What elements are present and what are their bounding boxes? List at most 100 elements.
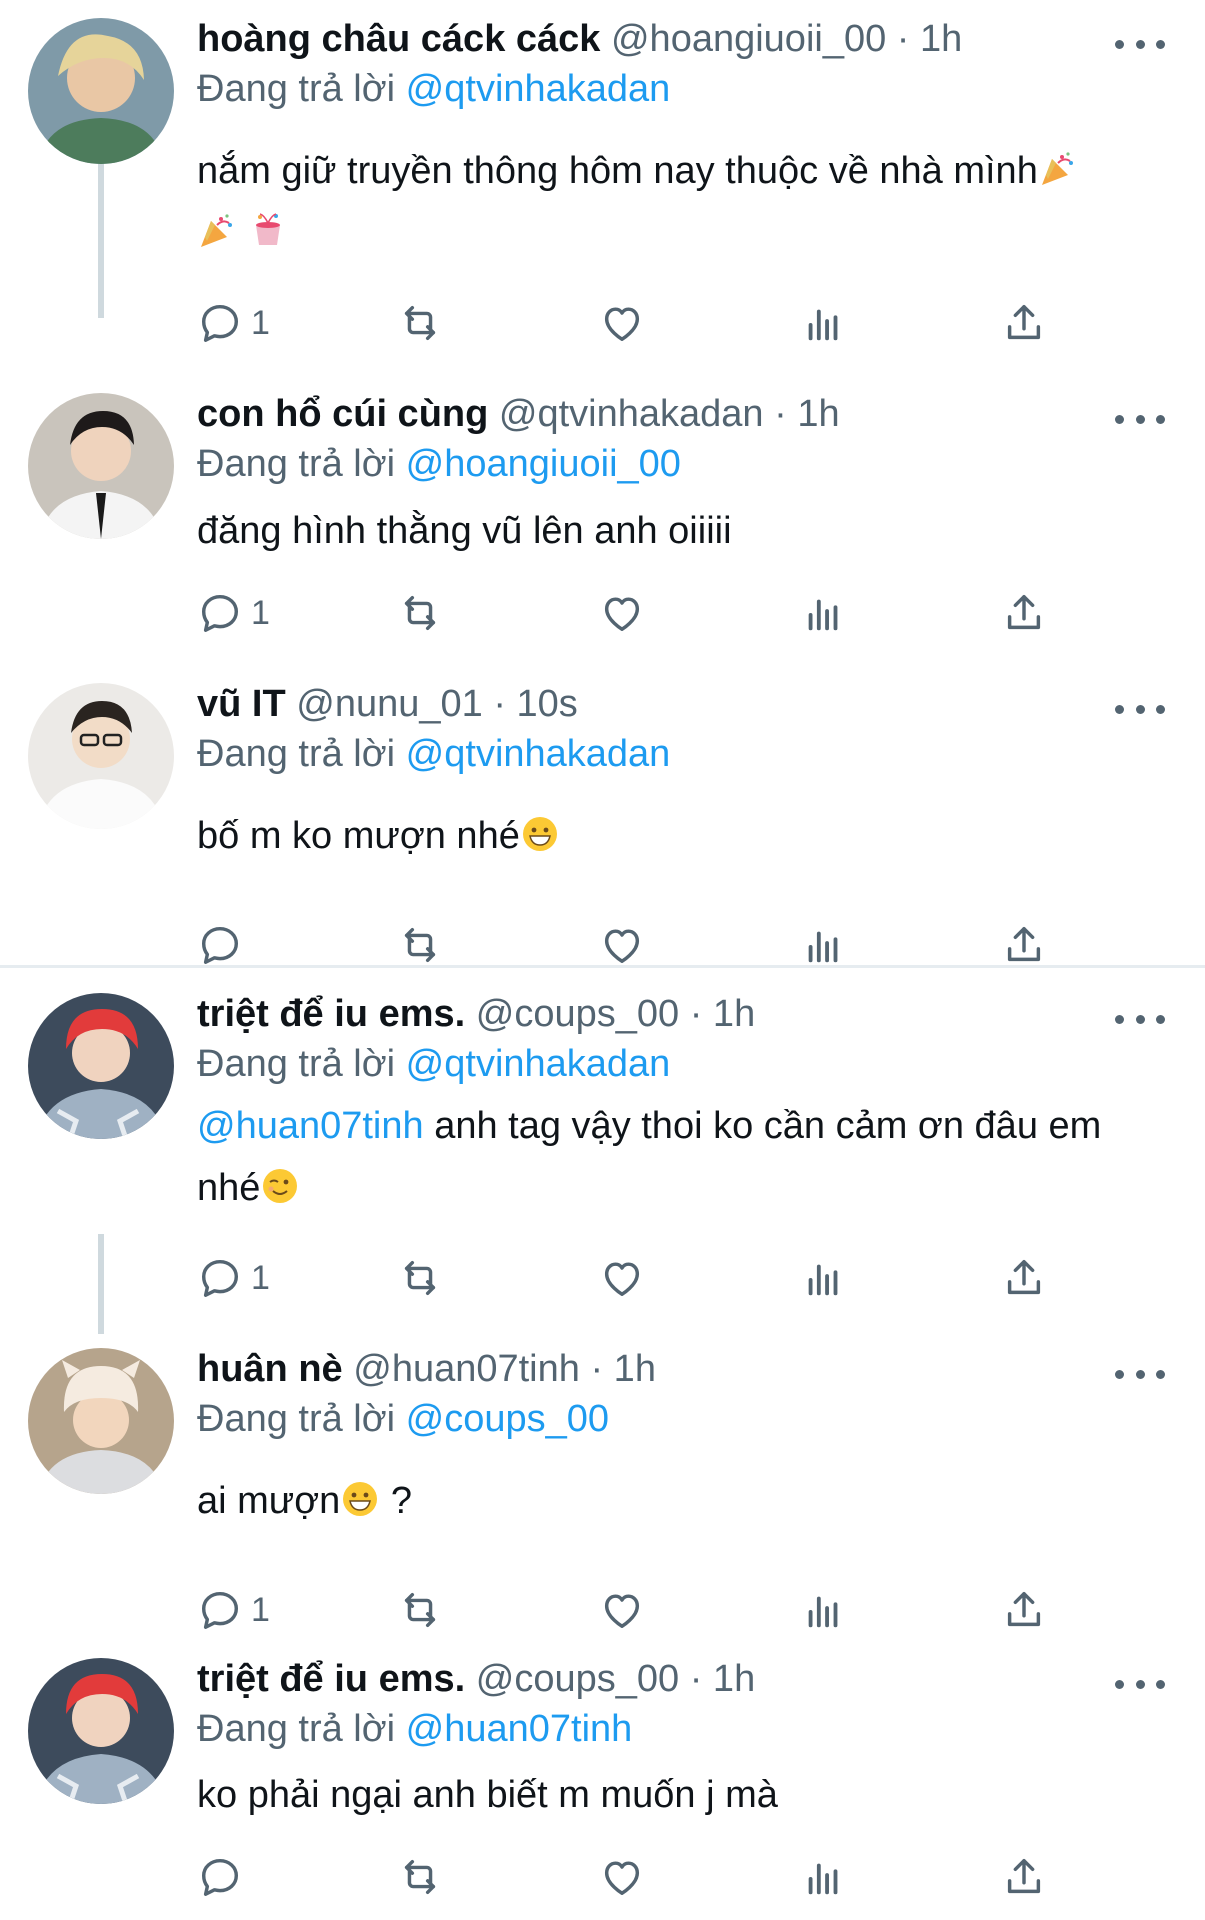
avatar[interactable] bbox=[28, 393, 174, 539]
avatar[interactable] bbox=[28, 683, 174, 829]
timestamp[interactable]: · 1h bbox=[590, 1348, 655, 1390]
display-name[interactable]: triệt để iu ems. bbox=[197, 1658, 465, 1700]
tweet-text: đăng hình thằng vũ lên anh oiiiii bbox=[197, 500, 1135, 562]
heart-icon bbox=[599, 300, 645, 346]
avatar[interactable] bbox=[28, 993, 174, 1139]
reply-icon bbox=[197, 922, 243, 968]
retweet-icon bbox=[397, 300, 443, 346]
more-icon[interactable] bbox=[1115, 1354, 1165, 1394]
display-name[interactable]: triệt để iu ems. bbox=[197, 993, 465, 1035]
views-button[interactable] bbox=[801, 298, 847, 348]
reply-prefix: Đang trả lời bbox=[197, 68, 396, 110]
display-name[interactable]: vũ IT bbox=[197, 683, 286, 725]
heart-icon bbox=[599, 1587, 645, 1633]
more-icon[interactable] bbox=[1115, 1664, 1165, 1704]
like-button[interactable] bbox=[599, 920, 645, 970]
tweet-header: con hổ cúi cùng @qtvinhakadan · 1h bbox=[197, 391, 1125, 437]
reply-to-mention[interactable]: @qtvinhakadan bbox=[406, 733, 671, 775]
tweet[interactable]: triệt để iu ems. @coups_00 · 1h Đang trả… bbox=[0, 1640, 1205, 1920]
reply-button[interactable]: 1 bbox=[197, 1585, 270, 1635]
reply-button[interactable] bbox=[197, 1852, 251, 1902]
more-icon[interactable] bbox=[1115, 689, 1165, 729]
views-button[interactable] bbox=[801, 1852, 847, 1902]
views-icon bbox=[801, 300, 847, 346]
reply-icon bbox=[197, 1854, 243, 1900]
timestamp[interactable]: · 1h bbox=[690, 1658, 755, 1700]
views-icon bbox=[801, 1255, 847, 1301]
grinning-face-icon bbox=[340, 1479, 380, 1519]
reply-prefix: Đang trả lời bbox=[197, 733, 396, 775]
tweet[interactable]: vũ IT @nunu_01 · 10s Đang trả lời @qtvin… bbox=[0, 665, 1205, 965]
reply-button[interactable] bbox=[197, 920, 251, 970]
display-name[interactable]: huân nè bbox=[197, 1348, 343, 1390]
reply-button[interactable]: 1 bbox=[197, 588, 270, 638]
retweet-button[interactable] bbox=[397, 920, 443, 970]
share-icon bbox=[1001, 590, 1047, 636]
retweet-button[interactable] bbox=[397, 298, 443, 348]
handle[interactable]: @coups_00 bbox=[476, 1658, 679, 1700]
heart-icon bbox=[599, 922, 645, 968]
share-button[interactable] bbox=[1001, 1253, 1047, 1303]
tweet-header: hoàng châu cáck cáck @hoangiuoii_00 · 1h bbox=[197, 16, 1125, 62]
share-button[interactable] bbox=[1001, 588, 1047, 638]
views-button[interactable] bbox=[801, 1253, 847, 1303]
party-popper-icon bbox=[1038, 149, 1078, 189]
retweet-button[interactable] bbox=[397, 1585, 443, 1635]
retweet-icon bbox=[397, 1587, 443, 1633]
retweet-button[interactable] bbox=[397, 1852, 443, 1902]
reply-to-mention[interactable]: @huan07tinh bbox=[406, 1708, 633, 1750]
handle[interactable]: @huan07tinh bbox=[353, 1348, 580, 1390]
reply-context: Đang trả lời @qtvinhakadan bbox=[197, 66, 670, 112]
like-button[interactable] bbox=[599, 298, 645, 348]
tweet[interactable]: triệt để iu ems. @coups_00 · 1h Đang trả… bbox=[0, 975, 1205, 1330]
like-button[interactable] bbox=[599, 588, 645, 638]
views-button[interactable] bbox=[801, 588, 847, 638]
handle[interactable]: @qtvinhakadan bbox=[499, 393, 764, 435]
timestamp[interactable]: · 1h bbox=[897, 18, 962, 60]
tweet-text: bố m ko mượn nhé bbox=[197, 805, 1135, 867]
avatar[interactable] bbox=[28, 18, 174, 164]
like-button[interactable] bbox=[599, 1585, 645, 1635]
tweet-header: triệt để iu ems. @coups_00 · 1h bbox=[197, 991, 1125, 1037]
text-mention[interactable]: @huan07tinh bbox=[197, 1105, 424, 1147]
reply-icon bbox=[197, 1255, 243, 1301]
views-button[interactable] bbox=[801, 1585, 847, 1635]
retweet-button[interactable] bbox=[397, 1253, 443, 1303]
reply-prefix: Đang trả lời bbox=[197, 1708, 396, 1750]
tweet[interactable]: con hổ cúi cùng @qtvinhakadan · 1h Đang … bbox=[0, 375, 1205, 665]
reply-to-mention[interactable]: @qtvinhakadan bbox=[406, 68, 671, 110]
avatar[interactable] bbox=[28, 1658, 174, 1804]
share-button[interactable] bbox=[1001, 298, 1047, 348]
reply-to-mention[interactable]: @qtvinhakadan bbox=[406, 1043, 671, 1085]
tweet[interactable]: hoàng châu cáck cáck @hoangiuoii_00 · 1h… bbox=[0, 0, 1205, 375]
reply-button[interactable]: 1 bbox=[197, 298, 270, 348]
handle[interactable]: @hoangiuoii_00 bbox=[611, 18, 886, 60]
tweet-text: ko phải ngại anh biết m muốn j mà bbox=[197, 1764, 1135, 1826]
views-button[interactable] bbox=[801, 920, 847, 970]
display-name[interactable]: con hổ cúi cùng bbox=[197, 393, 488, 435]
share-icon bbox=[1001, 1255, 1047, 1301]
display-name[interactable]: hoàng châu cáck cáck bbox=[197, 18, 600, 60]
share-button[interactable] bbox=[1001, 1585, 1047, 1635]
handle[interactable]: @nunu_01 bbox=[296, 683, 483, 725]
retweet-button[interactable] bbox=[397, 588, 443, 638]
like-button[interactable] bbox=[599, 1852, 645, 1902]
heart-icon bbox=[599, 1255, 645, 1301]
share-icon bbox=[1001, 922, 1047, 968]
timestamp[interactable]: · 10s bbox=[493, 683, 577, 725]
reply-to-mention[interactable]: @hoangiuoii_00 bbox=[406, 443, 681, 485]
more-icon[interactable] bbox=[1115, 399, 1165, 439]
more-icon[interactable] bbox=[1115, 24, 1165, 64]
tweet[interactable]: huân nè @huan07tinh · 1h Đang trả lời @c… bbox=[0, 1330, 1205, 1640]
timestamp[interactable]: · 1h bbox=[690, 993, 755, 1035]
share-button[interactable] bbox=[1001, 920, 1047, 970]
reply-to-mention[interactable]: @coups_00 bbox=[406, 1398, 609, 1440]
reply-prefix: Đang trả lời bbox=[197, 1398, 396, 1440]
handle[interactable]: @coups_00 bbox=[476, 993, 679, 1035]
avatar[interactable] bbox=[28, 1348, 174, 1494]
timestamp[interactable]: · 1h bbox=[774, 393, 839, 435]
more-icon[interactable] bbox=[1115, 999, 1165, 1039]
share-button[interactable] bbox=[1001, 1852, 1047, 1902]
reply-button[interactable]: 1 bbox=[197, 1253, 270, 1303]
like-button[interactable] bbox=[599, 1253, 645, 1303]
